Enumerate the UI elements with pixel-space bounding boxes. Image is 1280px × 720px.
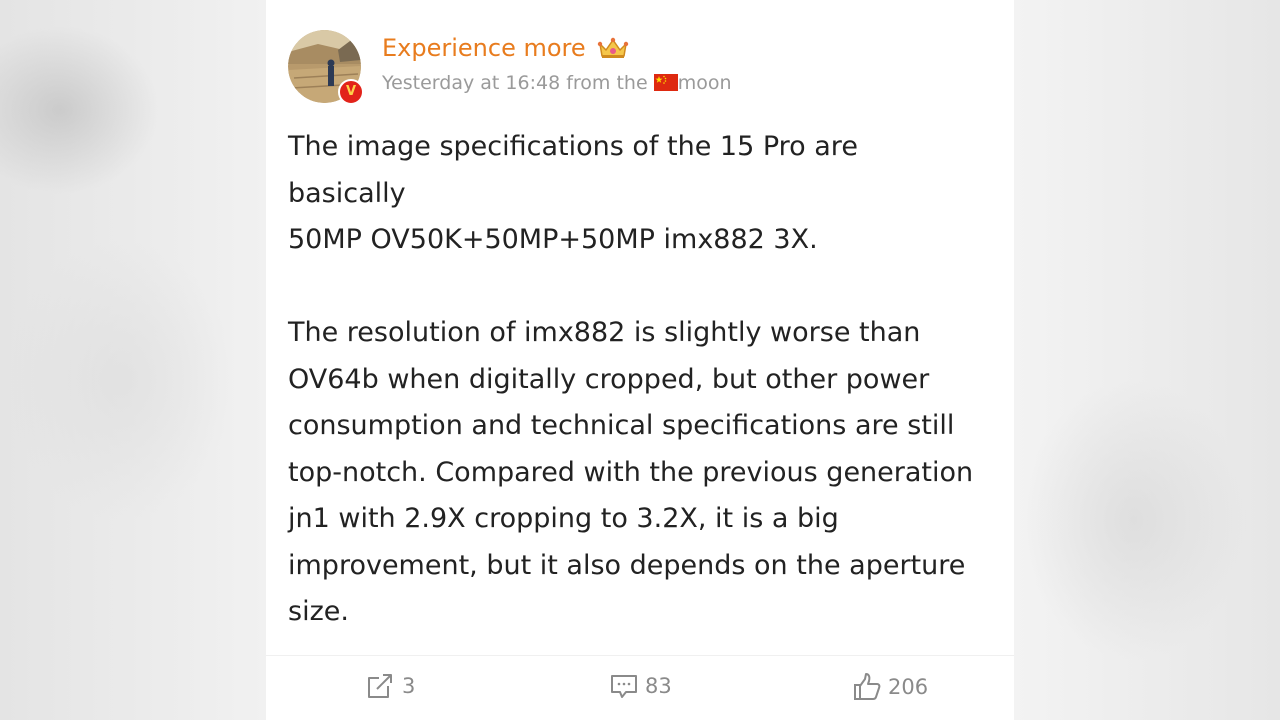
action-bar-divider [266, 655, 1014, 656]
post-paragraph-1: The image specifications of the 15 Pro a… [288, 131, 858, 255]
post-card: V Experience more Yesterday at 16:48 fro… [266, 0, 1014, 720]
like-button[interactable]: 206 [852, 672, 928, 702]
comment-count: 83 [645, 674, 672, 698]
verified-badge-icon: V [338, 79, 364, 105]
comment-button[interactable]: 83 [609, 672, 672, 700]
post-body: The image specifications of the 15 Pro a… [288, 124, 988, 636]
background-blur-right [1014, 0, 1280, 720]
avatar[interactable]: V [288, 30, 364, 105]
crown-icon [597, 36, 629, 66]
author-name[interactable]: Experience more [382, 34, 629, 66]
post-source: moon [677, 72, 732, 94]
comment-icon [609, 672, 639, 700]
background-blur-left [0, 0, 266, 720]
thumbs-up-icon [852, 672, 882, 702]
post-time: Yesterday at 16:48 from the [382, 72, 648, 94]
repost-count: 3 [402, 674, 416, 698]
repost-button[interactable]: 3 [366, 672, 415, 700]
post-paragraph-2: The resolution of imx882 is slightly wor… [288, 317, 974, 627]
author-name-label: Experience more [382, 34, 586, 62]
china-flag-icon [653, 74, 678, 96]
post-meta: Yesterday at 16:48 from the moon [382, 72, 732, 96]
like-count: 206 [888, 675, 929, 699]
repost-icon [366, 672, 396, 700]
